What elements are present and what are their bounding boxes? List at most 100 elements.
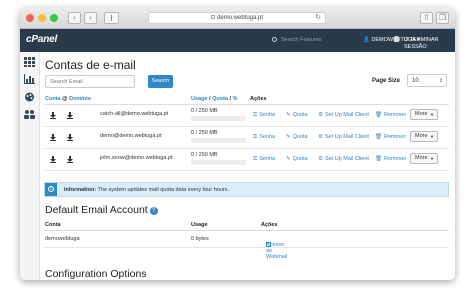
header-domain-link[interactable]: Domínio: [69, 96, 91, 102]
header-quota-link[interactable]: Quota: [212, 96, 228, 102]
tabs-overview-icon[interactable]: ❐: [436, 12, 449, 24]
default-header-actions: Ações: [261, 222, 278, 228]
search-button[interactable]: Search: [148, 75, 173, 88]
browser-window: ‹ › demo.webtuga.pt ↻ ⇧ ❐ cPanel Search …: [20, 8, 455, 280]
usage-text: 0 / 250 MB: [191, 108, 218, 114]
more-label: More: [415, 155, 428, 161]
usage-bar: [191, 160, 246, 165]
info-label: Information:: [64, 187, 97, 193]
lock-icon: [210, 15, 215, 19]
page-size-label: Page Size: [372, 78, 401, 84]
help-icon[interactable]: ?: [149, 207, 158, 215]
table-row: demo@demo.webtuga.pt 0 / 250 MB ⚿ Senha ✎…: [44, 127, 449, 149]
download-icon[interactable]: [50, 112, 56, 119]
history-buttons: ‹ ›: [68, 12, 97, 24]
column-header-usage[interactable]: Usage / Quota / %: [191, 96, 237, 102]
cpanel-header: cPanel Search Features 👤 DEMOWEBTUGA ▾ ⏻…: [20, 29, 455, 52]
mail-client-action[interactable]: ⚙ Set Up Mail Client: [318, 134, 369, 140]
download-icon[interactable]: [50, 156, 56, 163]
sidebar-toggle-icon[interactable]: [104, 12, 119, 24]
mail-client-label: Set Up Mail Client: [324, 134, 369, 140]
bell-icon[interactable]: [394, 36, 399, 42]
back-icon[interactable]: ‹: [68, 12, 81, 24]
quota-label: Quota: [292, 134, 308, 140]
left-rail: [20, 52, 40, 280]
select-arrows-icon: ⇕: [438, 78, 443, 84]
email-address: john.snow@demo.webtuga.pt: [100, 155, 173, 161]
remove-action[interactable]: 🗑 Remover: [375, 156, 406, 162]
stats-icon[interactable]: [24, 74, 35, 84]
pencil-icon: ✎: [286, 156, 291, 162]
quota-action[interactable]: ✎ Quota: [286, 112, 308, 118]
header-percent-link[interactable]: %: [233, 96, 238, 102]
header-at: @: [62, 96, 68, 102]
more-label: More: [415, 133, 428, 139]
minimize-window-button[interactable]: [38, 14, 46, 22]
more-dropdown[interactable]: More ▼: [410, 131, 438, 142]
gear-icon: ⚙: [318, 134, 323, 140]
password-action[interactable]: ⚿ Senha: [253, 134, 275, 141]
default-account-title: Default Email Account: [45, 204, 148, 216]
more-dropdown[interactable]: More ▼: [410, 109, 438, 120]
download-icon[interactable]: [67, 156, 73, 163]
logout-button[interactable]: ⏻ TERMINAR SESSÃO: [404, 37, 455, 50]
browser-actions: ⇧ ❐: [420, 12, 449, 24]
mail-client-action[interactable]: ⚙ Set Up Mail Client: [318, 112, 369, 118]
trash-icon: 🗑: [375, 112, 382, 118]
gear-icon: ⚙: [318, 156, 323, 162]
feature-search[interactable]: Search Features: [272, 37, 342, 46]
share-icon[interactable]: ⇧: [420, 12, 433, 24]
search-email-input[interactable]: [45, 75, 135, 88]
remove-action[interactable]: 🗑 Remover: [375, 112, 406, 118]
pencil-icon: ✎: [286, 112, 291, 118]
feature-search-placeholder: Search Features: [281, 37, 322, 43]
password-label: Senha: [259, 112, 276, 118]
password-action[interactable]: ⚿ Senha: [253, 156, 275, 163]
table-row: john.snow@demo.webtuga.pt 0 / 250 MB ⚿ Se…: [44, 149, 449, 171]
trash-icon: 🗑: [375, 134, 382, 140]
quota-action[interactable]: ✎ Quota: [286, 156, 308, 162]
download-icon[interactable]: [67, 134, 73, 141]
address-bar[interactable]: demo.webtuga.pt ↻: [148, 12, 326, 24]
default-account-name: demowebtuga: [45, 236, 80, 242]
default-account-section: Default Email Account?: [45, 204, 158, 216]
quota-label: Quota: [292, 112, 308, 118]
cpanel-logo[interactable]: cPanel: [26, 34, 57, 45]
reload-icon[interactable]: ↻: [315, 13, 321, 23]
mail-client-action[interactable]: ⚙ Set Up Mail Client: [318, 156, 369, 162]
main-content: Contas de e-mail Search Page Size 10 ⇕ C…: [44, 52, 449, 280]
download-icon[interactable]: [50, 134, 56, 141]
column-header-account[interactable]: Conta @ Domínio: [45, 96, 91, 102]
password-action[interactable]: ⚿ Senha: [253, 112, 275, 119]
forward-icon[interactable]: ›: [84, 12, 97, 24]
logout-label: TERMINAR SESSÃO: [404, 37, 439, 50]
password-label: Senha: [259, 134, 276, 140]
remove-label: Remover: [383, 156, 407, 162]
remove-action[interactable]: 🗑 Remover: [375, 134, 406, 140]
page-size-value: 10: [412, 78, 419, 84]
usage-text: 0 / 250 MB: [191, 130, 218, 136]
palette-icon[interactable]: [24, 92, 35, 102]
quota-action[interactable]: ✎ Quota: [286, 134, 308, 140]
header-account-link[interactable]: Conta: [45, 96, 61, 102]
webmail-label: Acesso ao Webmail: [266, 242, 288, 260]
email-address: demo@demo.webtuga.pt: [100, 133, 162, 139]
close-window-button[interactable]: [26, 14, 34, 22]
users-icon[interactable]: [24, 109, 35, 119]
more-dropdown[interactable]: More ▼: [410, 153, 438, 164]
search-icon: [272, 37, 277, 42]
page-size-select[interactable]: 10 ⇕: [407, 74, 447, 87]
browser-toolbar: ‹ › demo.webtuga.pt ↻ ⇧ ❐: [20, 8, 455, 29]
table-row: catch-all@demo.webtuga.pt 0 / 250 MB ⚿ Se…: [44, 105, 449, 127]
mail-client-label: Set Up Mail Client: [324, 112, 369, 118]
trash-icon: 🗑: [375, 156, 382, 162]
mail-client-label: Set Up Mail Client: [324, 156, 369, 162]
home-grid-icon[interactable]: [24, 57, 35, 67]
more-label: More: [415, 111, 428, 117]
window-controls: [26, 14, 58, 22]
header-usage-link[interactable]: Usage: [191, 96, 208, 102]
maximize-window-button[interactable]: [50, 14, 58, 22]
default-account-row: demowebtuga 0 bytes Acesso ao Webmail: [44, 230, 449, 260]
page-title: Contas de e-mail: [45, 58, 136, 72]
download-icon[interactable]: [67, 112, 73, 119]
